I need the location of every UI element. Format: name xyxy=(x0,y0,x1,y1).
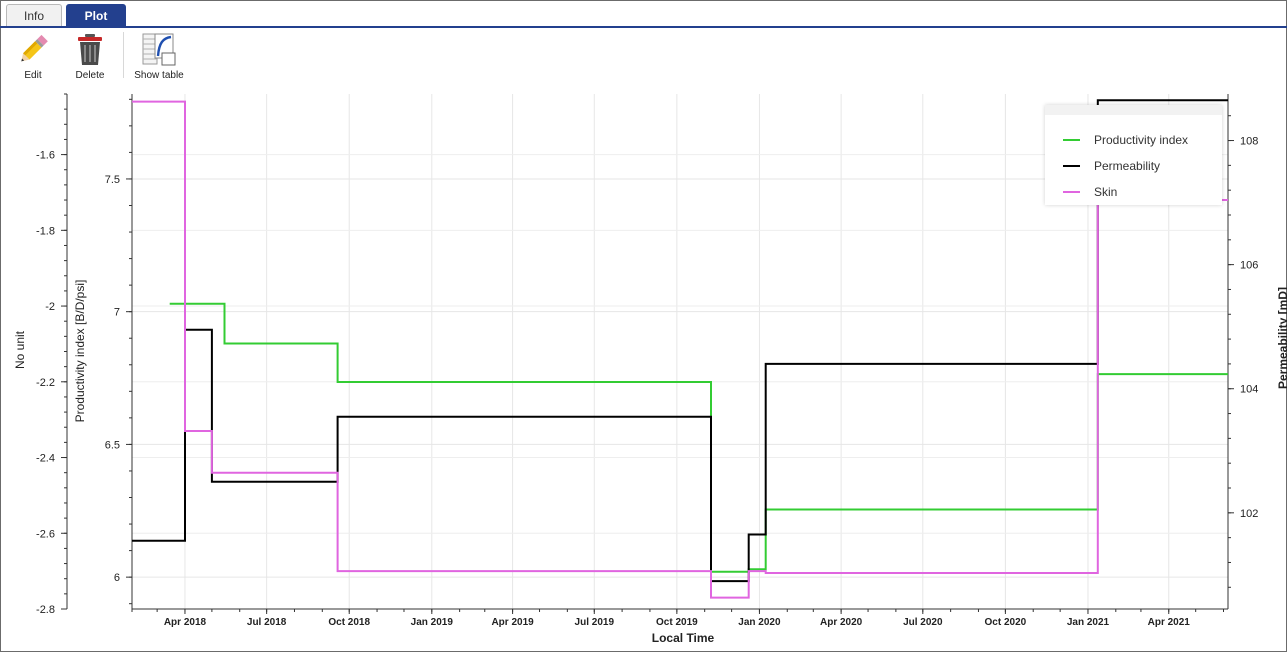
x-tick-label: Apr 2019 xyxy=(491,617,534,628)
x-axis-label: Local Time xyxy=(652,631,715,645)
x-tick-label: Jan 2019 xyxy=(411,617,454,628)
legend-item-skin[interactable]: Skin xyxy=(1045,182,1222,202)
x-tick-label: Jul 2020 xyxy=(903,617,943,628)
permeability-axis-label: Permeability [mD] xyxy=(1276,287,1287,389)
legend-label-productivity: Productivity index xyxy=(1094,133,1189,147)
skin-tick-label: -1.6 xyxy=(36,150,55,162)
skin-axis-label: No unit xyxy=(13,330,27,369)
permeability-tick-label: 108 xyxy=(1240,136,1258,148)
skin-tick-label: -1.8 xyxy=(36,225,55,237)
skin-tick-label: -2 xyxy=(45,301,55,313)
skin-tick-label: -2.4 xyxy=(36,453,55,465)
productivity-tick-label: 6 xyxy=(114,572,120,584)
permeability-tick-label: 102 xyxy=(1240,508,1258,520)
legend-label-skin: Skin xyxy=(1094,185,1118,199)
plot-chart[interactable]: Apr 2018 Jul 2018 Oct 2018 Jan 2019 Apr 2019… xyxy=(0,0,1287,652)
productivity-tick-label: 7.5 xyxy=(105,174,120,186)
legend-label-permeability: Permeability xyxy=(1094,159,1161,173)
x-tick-label: Jul 2019 xyxy=(575,617,615,628)
legend-item-permeability[interactable]: Permeability xyxy=(1045,156,1222,176)
series-line-productivity xyxy=(169,302,1228,573)
x-tick-label: Oct 2020 xyxy=(985,617,1027,628)
permeability-tick-label: 104 xyxy=(1240,384,1258,396)
x-tick-label: Oct 2018 xyxy=(328,617,370,628)
legend-swatch-productivity xyxy=(1063,139,1080,141)
x-tick-label: Jul 2018 xyxy=(247,617,287,628)
x-tick-label: Apr 2021 xyxy=(1148,617,1191,628)
skin-tick-label: -2.2 xyxy=(36,377,55,389)
permeability-tick-label: 106 xyxy=(1240,260,1258,272)
chart-legend: Productivity index Permeability Skin xyxy=(1045,105,1222,205)
legend-swatch-skin xyxy=(1063,191,1080,193)
skin-tick-label: -2.8 xyxy=(36,604,55,616)
x-tick-label: Jan 2020 xyxy=(738,617,781,628)
legend-header xyxy=(1045,105,1222,115)
productivity-tick-label: 6.5 xyxy=(105,439,120,451)
productivity-tick-label: 7 xyxy=(114,307,120,319)
x-tick-label: Apr 2018 xyxy=(164,617,207,628)
skin-tick-label: -2.6 xyxy=(36,528,55,540)
legend-swatch-permeability xyxy=(1063,165,1080,167)
legend-item-productivity[interactable]: Productivity index xyxy=(1045,130,1222,150)
productivity-axis-label: Productivity index [B/D/psi] xyxy=(73,280,87,423)
x-tick-label: Oct 2019 xyxy=(656,617,698,628)
x-tick-label: Jan 2021 xyxy=(1067,617,1110,628)
x-tick-label: Apr 2020 xyxy=(820,617,863,628)
